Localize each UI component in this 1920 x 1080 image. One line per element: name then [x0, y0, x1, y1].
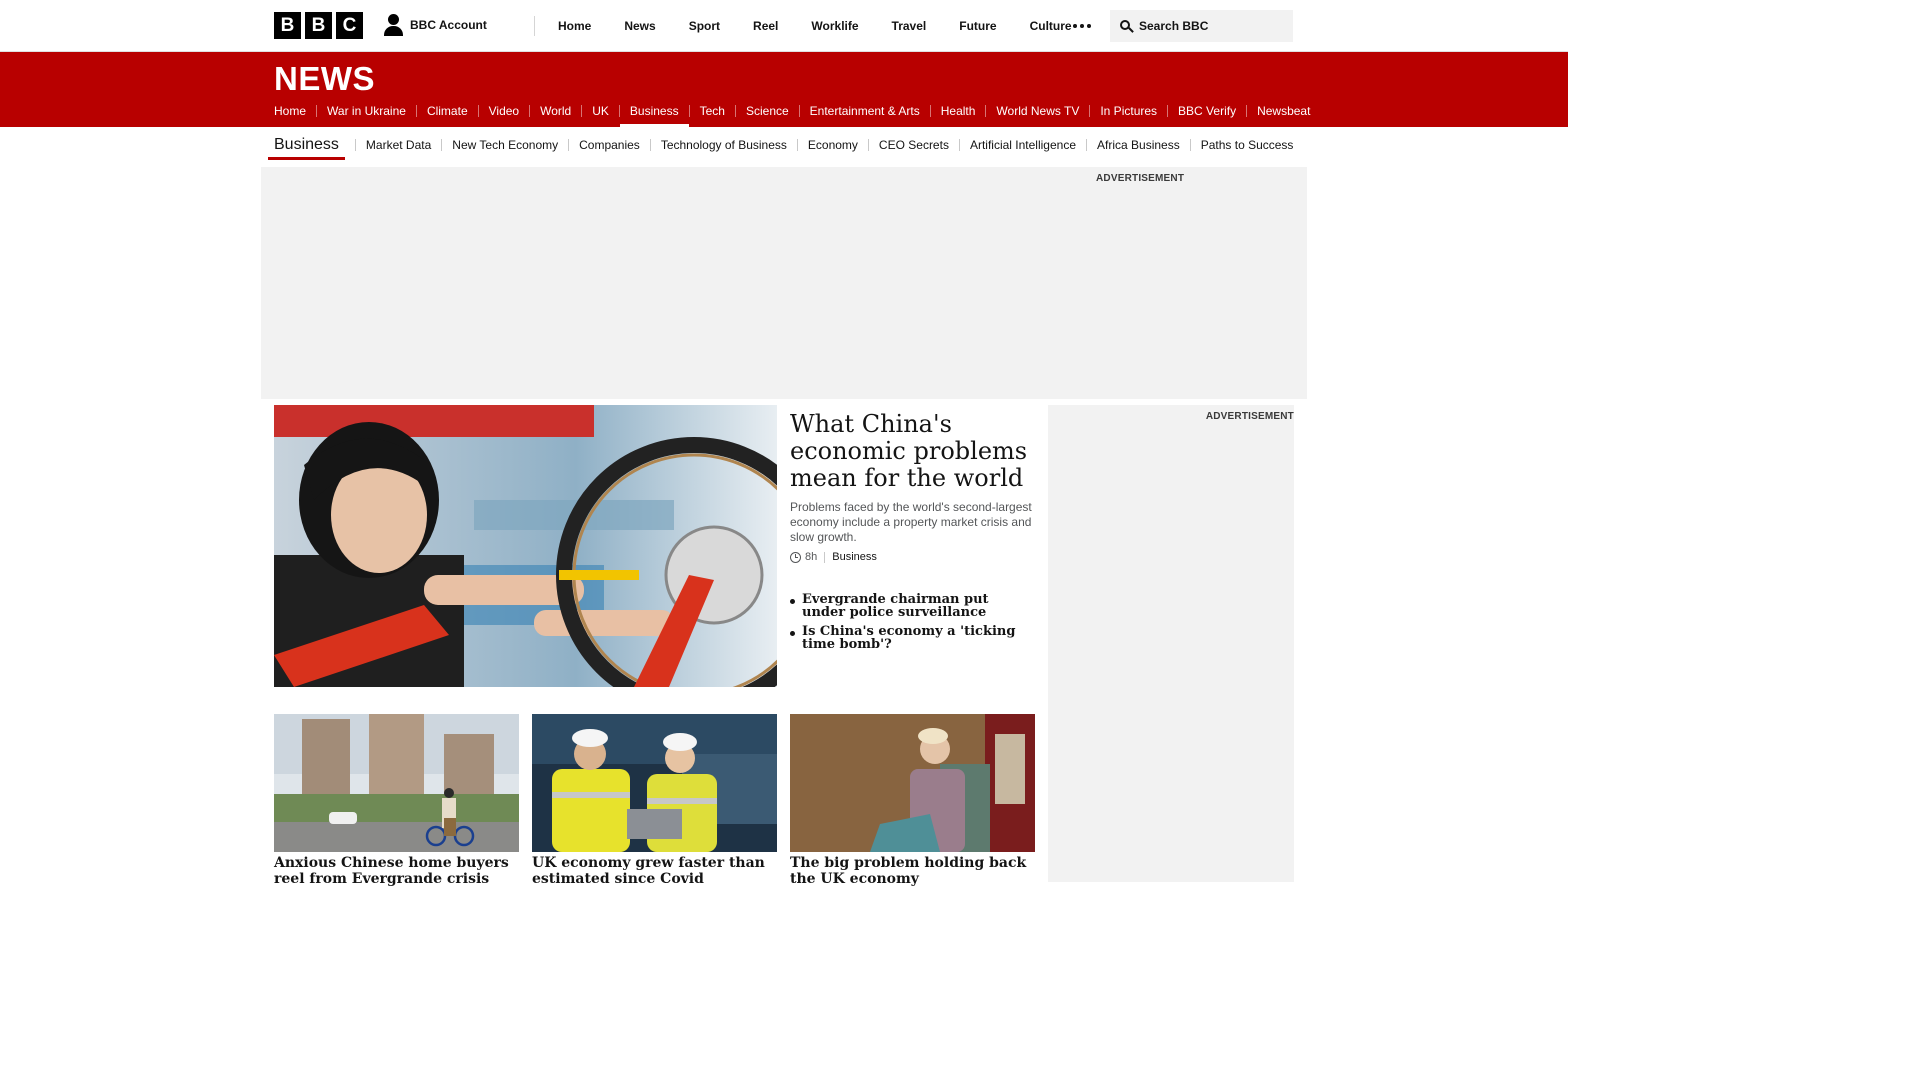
story-card: Anxious Chinese home buyers reel from Ev…: [274, 714, 520, 887]
section-nav-bbc-verify[interactable]: BBC Verify: [1178, 104, 1236, 118]
advertisement-banner[interactable]: ADVERTISEMENT: [261, 167, 1307, 399]
business-sub-nav: Business Market Data New Tech Economy Co…: [268, 131, 1294, 160]
story-card-title[interactable]: UK economy grew faster than estimated si…: [532, 855, 778, 887]
story-card-image[interactable]: [274, 714, 519, 852]
clock-icon: [790, 551, 801, 563]
top-divider: [534, 16, 535, 36]
section-nav-newsbeat[interactable]: Newsbeat: [1257, 104, 1310, 118]
lead-story-time: 8h: [805, 551, 818, 563]
news-band: NEWS Home War in Ukraine Climate Video W…: [0, 52, 1568, 127]
bbc-top-bar: B B C BBC Account Home News Sport Reel W…: [0, 0, 1568, 52]
account-link[interactable]: BBC Account: [383, 14, 487, 36]
section-nav-health[interactable]: Health: [941, 104, 976, 118]
story-card-title[interactable]: Anxious Chinese home buyers reel from Ev…: [274, 855, 520, 887]
advertisement-sidebar[interactable]: ADVERTISEMENT: [1048, 405, 1294, 882]
search-input[interactable]: [1139, 19, 1279, 33]
top-nav-culture[interactable]: Culture: [1030, 19, 1072, 33]
sub-nav-market-data[interactable]: Market Data: [366, 138, 431, 152]
section-nav-video[interactable]: Video: [489, 104, 519, 118]
related-link-item: Evergrande chairman put under police sur…: [790, 593, 1036, 619]
lead-story-summary: Problems faced by the world's second-lar…: [790, 500, 1032, 544]
lead-story-topic[interactable]: Business: [832, 551, 877, 563]
account-icon: [383, 14, 403, 36]
section-nav-world[interactable]: World: [540, 104, 571, 118]
account-label: BBC Account: [410, 18, 487, 32]
advertisement-label: ADVERTISEMENT: [1205, 411, 1294, 422]
bbc-logo-letter: C: [336, 12, 363, 39]
sub-nav-technology-of-business[interactable]: Technology of Business: [661, 138, 787, 152]
top-nav-news[interactable]: News: [624, 19, 655, 33]
top-nav-travel[interactable]: Travel: [892, 19, 927, 33]
lead-story-meta: 8h Business: [790, 551, 877, 563]
sub-nav-companies[interactable]: Companies: [579, 138, 640, 152]
related-link[interactable]: Is China's economy a 'ticking time bomb'…: [802, 625, 1036, 651]
section-nav-uk[interactable]: UK: [592, 104, 609, 118]
sub-nav-economy[interactable]: Economy: [808, 138, 858, 152]
sub-nav-artificial-intelligence[interactable]: Artificial Intelligence: [970, 138, 1076, 152]
news-wordmark[interactable]: NEWS: [274, 60, 375, 98]
bbc-logo[interactable]: B B C: [274, 12, 363, 39]
sub-nav-ceo-secrets[interactable]: CEO Secrets: [879, 138, 949, 152]
top-nav-worklife[interactable]: Worklife: [811, 19, 858, 33]
lead-story-image[interactable]: [274, 405, 777, 687]
more-icon[interactable]: [1073, 24, 1091, 28]
story-card: UK economy grew faster than estimated si…: [532, 714, 778, 887]
bbc-logo-letter: B: [274, 12, 301, 39]
top-nav: Home News Sport Reel Worklife Travel Fut…: [558, 0, 1105, 52]
lead-story-title[interactable]: What China's economic problems mean for …: [790, 411, 1035, 492]
top-nav-future[interactable]: Future: [959, 19, 996, 33]
search-icon: [1120, 19, 1134, 33]
news-section-nav: Home War in Ukraine Climate Video World …: [274, 103, 1310, 127]
section-nav-war-in-ukraine[interactable]: War in Ukraine: [327, 104, 406, 118]
sub-nav-business[interactable]: Business: [268, 132, 345, 160]
bbc-logo-letter: B: [305, 12, 332, 39]
story-card-title[interactable]: The big problem holding back the UK econ…: [790, 855, 1036, 887]
section-nav-world-news-tv[interactable]: World News TV: [996, 104, 1079, 118]
section-nav-climate[interactable]: Climate: [427, 104, 468, 118]
related-link[interactable]: Evergrande chairman put under police sur…: [802, 593, 1036, 619]
section-nav-home[interactable]: Home: [274, 104, 306, 118]
top-nav-reel[interactable]: Reel: [753, 19, 778, 33]
section-nav-entertainment-arts[interactable]: Entertainment & Arts: [810, 104, 920, 118]
sub-nav-new-tech-economy[interactable]: New Tech Economy: [452, 138, 558, 152]
section-nav-business[interactable]: Business: [619, 104, 689, 127]
top-nav-home[interactable]: Home: [558, 19, 591, 33]
story-card: The big problem holding back the UK econ…: [790, 714, 1036, 887]
related-links: Evergrande chairman put under police sur…: [790, 593, 1036, 657]
story-card-image[interactable]: [790, 714, 1035, 852]
top-nav-sport[interactable]: Sport: [689, 19, 720, 33]
sub-nav-africa-business[interactable]: Africa Business: [1097, 138, 1180, 152]
story-card-image[interactable]: [532, 714, 777, 852]
related-link-item: Is China's economy a 'ticking time bomb'…: [790, 625, 1036, 651]
section-nav-science[interactable]: Science: [746, 104, 789, 118]
sub-nav-paths-to-success[interactable]: Paths to Success: [1201, 138, 1294, 152]
advertisement-label: ADVERTISEMENT: [1096, 173, 1185, 184]
section-nav-tech[interactable]: Tech: [700, 104, 725, 118]
search-box[interactable]: [1110, 10, 1293, 42]
section-nav-in-pictures[interactable]: In Pictures: [1100, 104, 1157, 118]
